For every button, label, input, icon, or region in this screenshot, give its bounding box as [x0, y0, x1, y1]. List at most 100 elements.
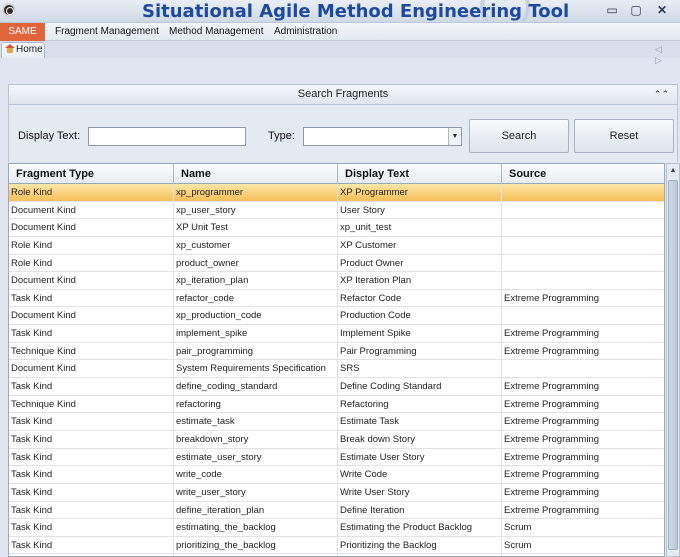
column-header-display-text[interactable]: Display Text [338, 164, 502, 184]
cell-fragment-type: Task Kind [9, 483, 174, 501]
cell-name: write_user_story [174, 483, 338, 501]
table-row[interactable]: Task Kind refactor_code Refactor Code Extre… [9, 289, 664, 308]
menu-fragment-management[interactable]: Fragment Management [55, 23, 159, 41]
cell-fragment-type: Document Kind [9, 272, 174, 290]
cell-display-text: Estimate User Story [338, 448, 502, 466]
cell-fragment-type: Task Kind [9, 448, 174, 466]
window-title: Situational Agile Method Engineering Too… [142, 1, 570, 22]
table-row[interactable]: Document Kind System Requirements Specifi… [9, 360, 664, 379]
cell-fragment-type: Role Kind [9, 236, 174, 254]
cell-fragment-type: Technique Kind [9, 342, 174, 360]
cell-source: Extreme Programming [502, 343, 664, 360]
cell-source [502, 272, 664, 289]
cell-name: refactoring [174, 395, 338, 413]
cell-display-text: SRS [338, 360, 502, 378]
cell-source [502, 219, 664, 236]
cell-name: xp_user_story [174, 201, 338, 219]
cell-source [502, 184, 664, 201]
column-header-fragment-type[interactable]: Fragment Type [9, 164, 174, 184]
search-panel-title: Search Fragments [297, 88, 389, 100]
table-row[interactable]: Task Kind estimate_task Estimate Task Extre… [9, 413, 664, 431]
scroll-thumb[interactable] [668, 180, 678, 550]
tab-home[interactable]: Home [1, 42, 45, 58]
table-row[interactable]: Task Kind implement_spike Implement Spike E… [9, 325, 664, 343]
table-row[interactable]: Task Kind prioritizing_the_backlog Priorit… [9, 536, 664, 555]
cell-display-text: User Story [338, 201, 502, 219]
cell-display-text: XP Programmer [338, 184, 502, 201]
table-row[interactable]: Task Kind estimating_the_backlog Estimatin… [9, 519, 664, 537]
cell-display-text: XP Customer [338, 236, 502, 254]
display-text-label: Display Text: [18, 130, 81, 142]
cell-fragment-type: Task Kind [9, 536, 174, 554]
cell-name: prioritizing_the_backlog [174, 536, 338, 554]
tab-home-label: Home [16, 44, 43, 55]
close-button[interactable]: ✕ [653, 3, 671, 17]
cell-fragment-type: Task Kind [9, 430, 174, 448]
chevron-down-icon[interactable]: ▼ [448, 128, 461, 145]
menu-brand-same[interactable]: SAME [0, 23, 45, 41]
cell-name: xp_programmer [174, 184, 338, 201]
cell-display-text: Write Code [338, 466, 502, 484]
menu-method-management[interactable]: Method Management [169, 23, 264, 41]
type-label: Type: [268, 130, 295, 142]
cell-display-text: Refactoring [338, 395, 502, 413]
table-row[interactable]: Task Kind estimate_user_story Estimate Use… [9, 448, 664, 467]
tab-nav-arrows[interactable]: ◁ ▷ [655, 44, 680, 66]
cell-name: estimating_the_backlog [174, 519, 338, 537]
cell-fragment-type: Document Kind [9, 307, 174, 325]
cell-display-text: Define Iteration [338, 501, 502, 519]
cell-name: estimate_user_story [174, 448, 338, 466]
reset-button[interactable]: Reset [574, 119, 674, 153]
grid-rows: Role Kind xp_programmer XP Programmer Docum… [9, 184, 664, 556]
table-row[interactable]: Task Kind breakdown_story Break down Story… [9, 430, 664, 449]
cell-display-text: Estimating the Product Backlog [338, 519, 502, 537]
scroll-up-icon[interactable]: ▲ [667, 164, 679, 178]
cell-source: Extreme Programming [502, 449, 664, 466]
tab-strip: Home ◁ ▷ [0, 41, 680, 65]
table-row[interactable]: Task Kind define_coding_standard Define Co… [9, 378, 664, 396]
cell-source: Extreme Programming [502, 431, 664, 448]
table-row[interactable]: Task Kind write_code Write Code Extreme Pro… [9, 466, 664, 484]
cell-source: Extreme Programming [502, 396, 664, 413]
cell-source: Extreme Programming [502, 290, 664, 307]
cell-fragment-type: Technique Kind [9, 395, 174, 413]
cell-source: Extreme Programming [502, 413, 664, 430]
column-header-source[interactable]: Source [502, 164, 664, 184]
cell-name: breakdown_story [174, 430, 338, 448]
cell-source: Extreme Programming [502, 378, 664, 395]
maximize-button[interactable]: ▢ [627, 3, 645, 17]
type-select[interactable]: ▼ [303, 127, 462, 146]
table-row[interactable]: Role Kind xp_customer XP Customer [9, 236, 664, 255]
table-row[interactable]: Technique Kind refactoring Refactoring Extr… [9, 395, 664, 414]
column-header-name[interactable]: Name [174, 164, 338, 184]
cell-fragment-type: Task Kind [9, 501, 174, 519]
search-panel-header: Search Fragments ⌃⌃ [8, 84, 678, 105]
display-text-input[interactable] [88, 127, 246, 146]
table-row[interactable]: Document Kind xp_iteration_plan XP Iterati… [9, 272, 664, 290]
cell-display-text: Estimate Task [338, 413, 502, 431]
table-row[interactable]: Task Kind define_iteration_plan Define Ite… [9, 501, 664, 520]
cell-source: Extreme Programming [502, 325, 664, 342]
minimize-button[interactable]: ▭ [603, 3, 621, 17]
cell-display-text: Break down Story [338, 430, 502, 448]
cell-fragment-type: Task Kind [9, 519, 174, 537]
search-button[interactable]: Search [469, 119, 569, 153]
home-icon [5, 44, 15, 53]
cell-source [502, 360, 664, 377]
cell-display-text: Define Coding Standard [338, 378, 502, 396]
table-row[interactable]: Role Kind product_owner Product Owner [9, 254, 664, 273]
table-row[interactable]: Document Kind XP Unit Test xp_unit_test [9, 219, 664, 237]
table-row[interactable]: Role Kind xp_programmer XP Programmer [9, 184, 664, 202]
table-row[interactable]: Document Kind xp_production_code Productio… [9, 307, 664, 326]
vertical-scrollbar[interactable]: ▲ [666, 163, 680, 557]
collapse-icon[interactable]: ⌃⌃ [654, 85, 669, 104]
table-row[interactable]: Document Kind xp_user_story User Story [9, 201, 664, 220]
table-row[interactable]: Task Kind write_user_story Write User Stor… [9, 483, 664, 502]
cell-source: Scrum [502, 519, 664, 536]
table-row[interactable]: Technique Kind pair_programming Pair Progr… [9, 342, 664, 361]
menu-administration[interactable]: Administration [274, 23, 337, 41]
cell-fragment-type: Document Kind [9, 360, 174, 378]
cell-name: define_coding_standard [174, 378, 338, 396]
cell-name: XP Unit Test [174, 219, 338, 237]
cell-fragment-type: Task Kind [9, 378, 174, 396]
